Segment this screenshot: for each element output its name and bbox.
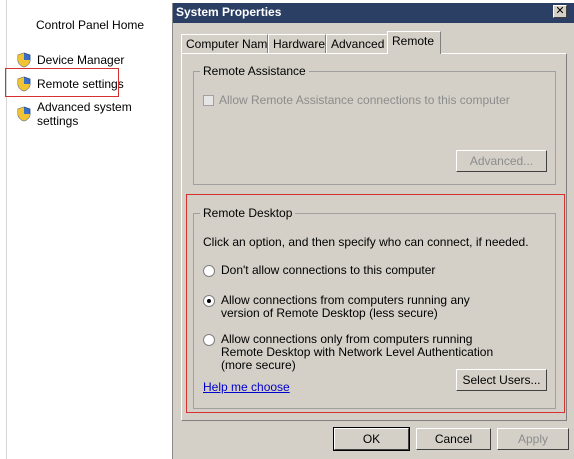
close-button[interactable]: ✕ <box>553 5 567 18</box>
dialog-title: System Properties <box>176 5 282 19</box>
remote-settings-highlight <box>5 68 119 97</box>
sidebar-item-device-manager[interactable]: Device Manager <box>16 52 124 68</box>
advanced-button[interactable]: Advanced... <box>456 150 547 172</box>
checkbox-label: Allow Remote Assistance connections to t… <box>219 93 510 107</box>
tab-hardware[interactable]: Hardware <box>268 34 326 53</box>
sidebar-item-label: Device Manager <box>37 53 125 67</box>
group-title: Remote Assistance <box>200 64 309 78</box>
control-panel-home-link[interactable]: Control Panel Home <box>36 18 144 32</box>
tab-computer-name[interactable]: Computer Name <box>181 34 274 53</box>
allow-remote-assistance-checkbox[interactable] <box>203 94 214 106</box>
title-bar[interactable]: System Properties ✕ <box>173 3 574 23</box>
tab-advanced[interactable]: Advanced <box>326 34 388 53</box>
apply-button[interactable]: Apply <box>497 428 569 450</box>
sidebar-item-advanced-system-settings[interactable]: Advanced system settings <box>16 100 172 128</box>
remote-desktop-highlight <box>186 194 565 413</box>
sidebar-item-label: Advanced system settings <box>37 100 132 128</box>
allow-remote-assistance-checkbox-row[interactable]: Allow Remote Assistance connections to t… <box>203 93 510 107</box>
control-panel-sidebar: Control Panel Home Device Manager Remote… <box>0 0 172 459</box>
cancel-button[interactable]: Cancel <box>416 428 491 450</box>
close-icon: ✕ <box>555 5 565 17</box>
shield-icon <box>17 106 31 122</box>
shield-icon <box>17 52 31 68</box>
ok-button[interactable]: OK <box>333 427 410 451</box>
tab-remote[interactable]: Remote <box>387 31 441 54</box>
